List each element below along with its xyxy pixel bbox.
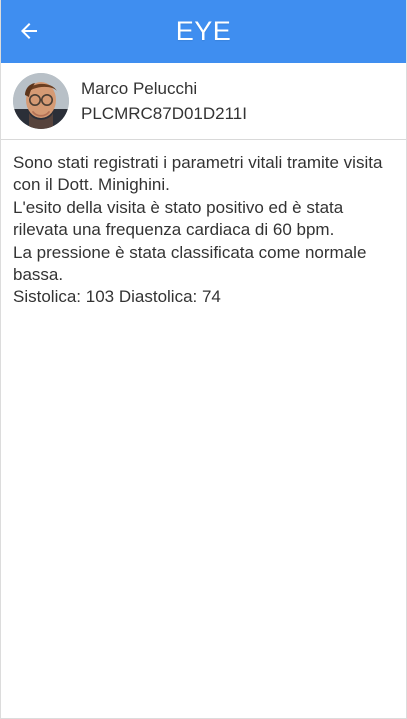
report-line: La pressione è stata classificata come n…: [13, 242, 367, 285]
page-title: EYE: [175, 16, 232, 46]
top-app-bar: EYE: [1, 0, 406, 63]
arrow-left-icon: [21, 23, 37, 39]
back-button[interactable]: [15, 18, 43, 44]
visit-report: Sono stati registrati i parametri vitali…: [1, 140, 406, 309]
patient-summary: Marco Pelucchi PLCMRC87D01D211I: [1, 63, 406, 140]
avatar: [13, 73, 69, 129]
report-line: L'esito della visita è stato positivo ed…: [13, 197, 344, 240]
report-line: Sono stati registrati i parametri vitali…: [13, 153, 383, 195]
patient-name: Marco Pelucchi: [81, 79, 198, 98]
patient-info: Marco Pelucchi PLCMRC87D01D211I: [81, 77, 247, 125]
patient-fiscal-code: PLCMRC87D01D211I: [81, 104, 247, 123]
app-window: EYE Marco Pelucchi PLCMRC87D01D211I Sono…: [0, 0, 407, 719]
report-line: Sistolica: 103 Diastolica: 74: [13, 287, 221, 307]
